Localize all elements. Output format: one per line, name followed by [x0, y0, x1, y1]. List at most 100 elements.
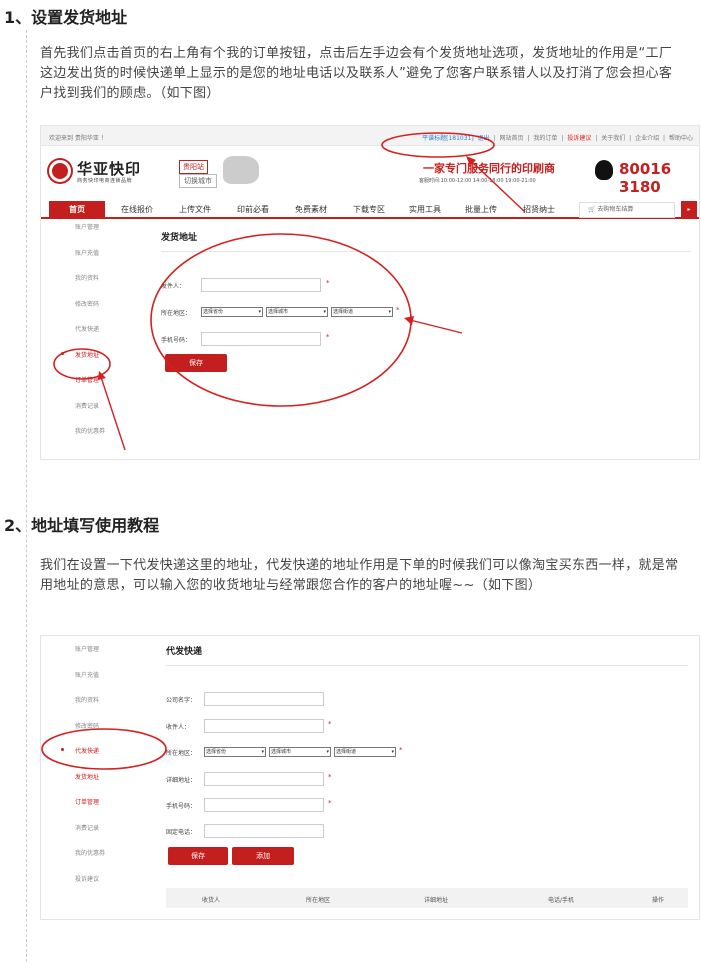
- ship-address-panel: 发货地址 发件人： * 所在地区： 选择省份 ▾ 选择城市 ▾ 选择街道 ▾ * 手机…: [161, 230, 691, 372]
- sidebar-item-password[interactable]: 修改密码: [49, 299, 139, 325]
- street-value: 选择街道: [336, 749, 357, 755]
- required-mark: *: [396, 306, 400, 314]
- tel-label: 固定电话：: [166, 829, 197, 836]
- sidebar-item-recharge[interactable]: 账户充值: [49, 248, 139, 274]
- home-link[interactable]: 网站首页: [500, 135, 524, 142]
- add-button[interactable]: 添加: [232, 847, 294, 865]
- company-input[interactable]: [204, 692, 324, 706]
- qq-penguin-icon: [595, 160, 613, 180]
- address-input[interactable]: [204, 772, 324, 786]
- cart-label: 去购物车结算: [597, 206, 634, 213]
- sidebar-item-history[interactable]: 消费记录: [49, 401, 139, 427]
- company-link[interactable]: 企业介绍: [635, 135, 659, 142]
- city-select[interactable]: 选择城市 ▾: [269, 747, 331, 757]
- site-header: 华亚快印 商务快印电商连锁品牌 贵阳站 切换城市 一家专门服务同行的印刷商 客服…: [41, 146, 699, 201]
- sidebar-item-ship-address[interactable]: 发货地址: [49, 350, 139, 376]
- sidebar-item-dropship[interactable]: 代发快递: [49, 324, 139, 350]
- province-select[interactable]: 选择省份 ▾: [201, 307, 263, 317]
- sender-input[interactable]: [201, 278, 321, 292]
- nav-batch-upload[interactable]: 批量上传: [465, 204, 497, 215]
- mobile-label: 手机号码：: [166, 803, 197, 810]
- col-receiver: 收货人: [202, 897, 221, 904]
- separator: |: [629, 135, 632, 142]
- nav-prepress[interactable]: 印前必看: [237, 204, 269, 215]
- section-2-body: 我们在设置一下代发快递这里的地址，代发快递的地址作用是下单的时候我们可以像淘宝买…: [40, 558, 679, 593]
- slogan: 一家专门服务同行的印刷商: [423, 162, 555, 175]
- cart-button[interactable]: 🛒 去购物车结算: [579, 202, 675, 218]
- chevron-down-icon: ▾: [388, 309, 391, 315]
- sidebar-item-dropship[interactable]: 代发快递: [49, 746, 139, 772]
- sidebar-item-password[interactable]: 修改密码: [49, 721, 139, 747]
- nav-upload[interactable]: 上传文件: [179, 204, 211, 215]
- nav-materials[interactable]: 免费素材: [295, 204, 327, 215]
- separator: |: [595, 135, 598, 142]
- sidebar-item-recharge[interactable]: 账户充值: [49, 670, 139, 696]
- phone-input[interactable]: [201, 332, 321, 346]
- sidebar-item-complaint[interactable]: 投诉建议: [49, 874, 139, 900]
- sidebar-item-orders[interactable]: 订单管理: [49, 375, 139, 401]
- sidebar-item-coupons[interactable]: 我的优惠券: [49, 426, 139, 452]
- switch-city-button[interactable]: 切换城市: [179, 174, 217, 188]
- active-dot-icon: [61, 351, 64, 355]
- brand-sub: 商务快印电商连锁品牌: [77, 178, 133, 184]
- user-link[interactable]: 平谱标题[181031]: [422, 135, 474, 142]
- logo-icon: [49, 160, 71, 182]
- sidebar-item-history[interactable]: 消费记录: [49, 823, 139, 849]
- city-select[interactable]: 选择城市 ▾: [266, 307, 328, 317]
- nav-home[interactable]: 首页: [49, 201, 105, 219]
- city-value: 选择城市: [268, 309, 289, 315]
- sidebar-item-orders[interactable]: 订单管理: [49, 797, 139, 823]
- brand-name: 华亚快印: [77, 160, 142, 178]
- street-select[interactable]: 选择街道 ▾: [331, 307, 393, 317]
- separator: |: [527, 135, 530, 142]
- col-phone: 电话/手机: [548, 897, 575, 904]
- area-label: 所在地区：: [161, 310, 192, 317]
- sidebar-item-label: 发货地址: [75, 351, 100, 359]
- required-mark: *: [328, 720, 332, 728]
- section-2-title: 2、地址填写使用教程: [4, 516, 160, 535]
- phone-label: 手机号码：: [161, 337, 192, 344]
- complaint-link[interactable]: 投诉建议: [567, 135, 591, 142]
- nav-tools[interactable]: 实用工具: [409, 204, 441, 215]
- sidebar-item-profile[interactable]: 我的资料: [49, 273, 139, 299]
- sidebar-item-coupons[interactable]: 我的优惠券: [49, 848, 139, 874]
- account-sidebar: 账户管理 账户充值 我的资料 修改密码 代发快递 发货地址 订单管理 消费记录 …: [49, 644, 139, 899]
- site-tag: 贵阳站: [179, 160, 208, 174]
- street-value: 选择街道: [333, 309, 354, 315]
- nav-careers[interactable]: 招贤纳士: [523, 204, 555, 215]
- top-bar: 欢迎来到 贵阳华亚 ！ 平谱标题[181031] 退出 | 网站首页 | 我的订…: [41, 126, 699, 146]
- required-mark: *: [328, 799, 332, 807]
- sidebar-item-account[interactable]: 账户管理: [49, 644, 139, 670]
- sidebar-item-profile[interactable]: 我的资料: [49, 695, 139, 721]
- cart-icon: 🛒: [588, 206, 598, 213]
- province-select[interactable]: 选择省份 ▾: [204, 747, 266, 757]
- map-icon: [223, 156, 259, 184]
- about-link[interactable]: 关于我们: [601, 135, 625, 142]
- active-dot-icon: [61, 748, 64, 751]
- company-label: 公司名字：: [166, 697, 197, 704]
- street-select[interactable]: 选择街道 ▾: [334, 747, 396, 757]
- logout-link[interactable]: 退出: [478, 135, 490, 142]
- help-link[interactable]: 帮助中心: [669, 135, 693, 142]
- nav-downloads[interactable]: 下载专区: [353, 204, 385, 215]
- account-sidebar: 账户管理 账户充值 我的资料 修改密码 代发快递 发货地址 订单管理 消费记录 …: [49, 222, 139, 452]
- mobile-input[interactable]: [204, 798, 324, 812]
- sender-label: 发件人：: [161, 283, 186, 290]
- my-orders-link[interactable]: 我的订单: [533, 135, 557, 142]
- cart-arrow-icon[interactable]: ▸: [681, 201, 697, 219]
- save-button[interactable]: 保存: [168, 847, 228, 865]
- main-nav: 首页 在线报价 上传文件 印前必看 免费素材 下载专区 实用工具 批量上传 招贤…: [41, 201, 699, 219]
- save-button[interactable]: 保存: [165, 354, 227, 372]
- area-label: 所在地区：: [166, 750, 197, 757]
- separator: |: [493, 135, 496, 142]
- receiver-input[interactable]: [204, 719, 324, 733]
- address-label: 详细地址：: [166, 777, 197, 784]
- screenshot-dropship: 账户管理 账户充值 我的资料 修改密码 代发快递 发货地址 订单管理 消费记录 …: [40, 635, 700, 920]
- tel-input[interactable]: [204, 824, 324, 838]
- sidebar-item-account[interactable]: 账户管理: [49, 222, 139, 248]
- address-table-header: 收货人 所在地区 详细地址 电话/手机 操作: [166, 888, 688, 908]
- service-hours: 客服时间:10:00-12:00 14:00-18:00 19:00-21:00: [419, 178, 536, 184]
- sidebar-item-ship-address[interactable]: 发货地址: [49, 772, 139, 798]
- nav-quote[interactable]: 在线报价: [121, 204, 153, 215]
- chevron-down-icon: ▾: [261, 749, 264, 755]
